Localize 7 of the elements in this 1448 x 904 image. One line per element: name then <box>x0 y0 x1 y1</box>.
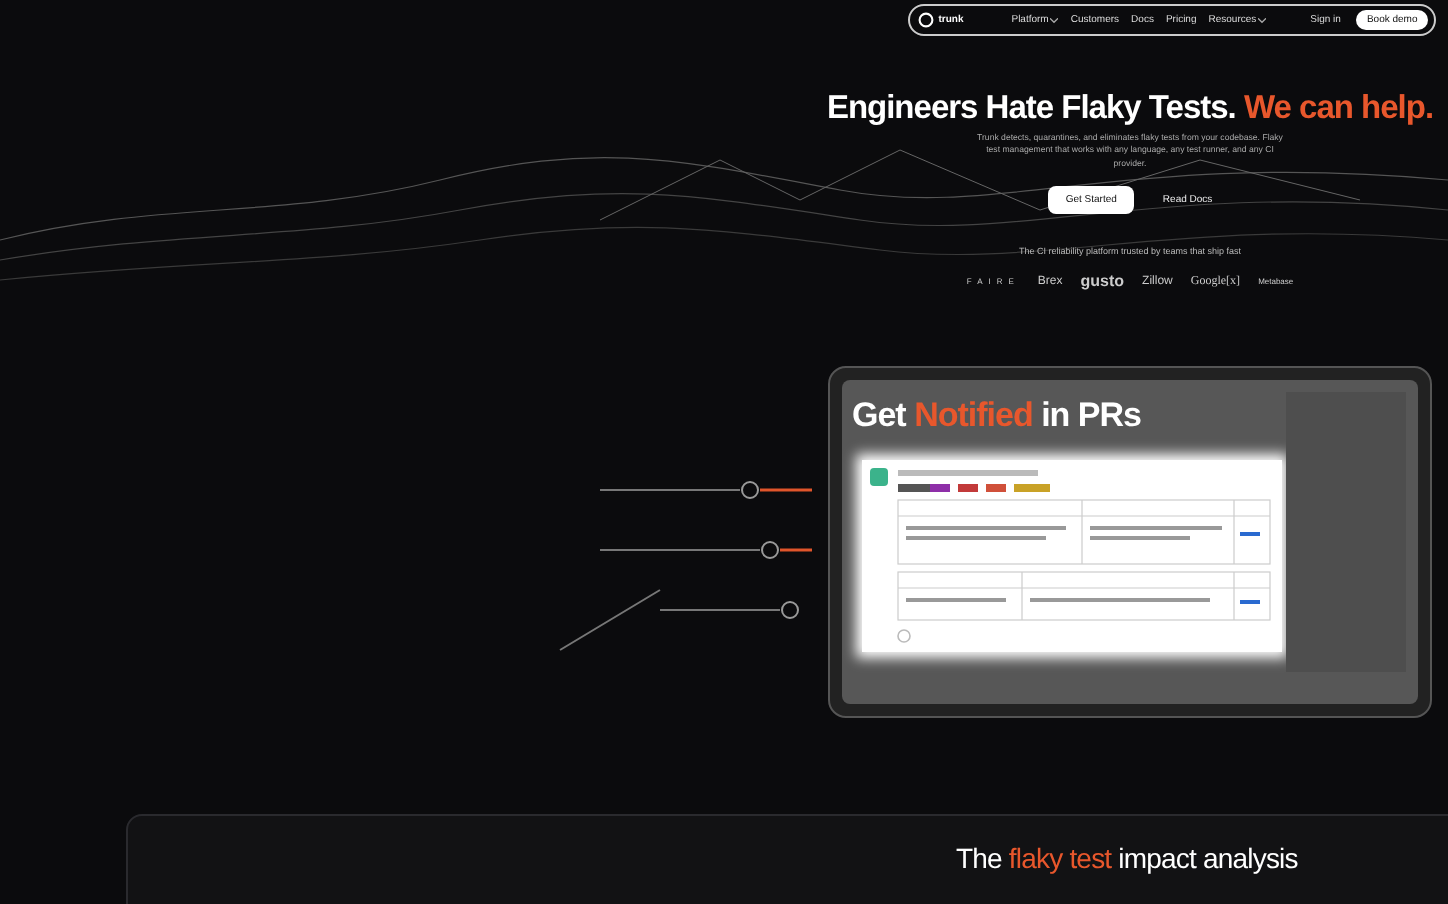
video-headline: Get Notified in PRs <box>852 396 1141 437</box>
caret-icon <box>1050 17 1059 23</box>
logo-icon <box>918 12 935 28</box>
hero-title: Engineers Hate Flaky Tests. We can help. <box>826 90 1434 128</box>
impact-title: The flaky test impact analysis <box>956 842 1298 878</box>
company-logo: gusto <box>1080 272 1125 291</box>
caret-icon <box>1258 17 1267 23</box>
